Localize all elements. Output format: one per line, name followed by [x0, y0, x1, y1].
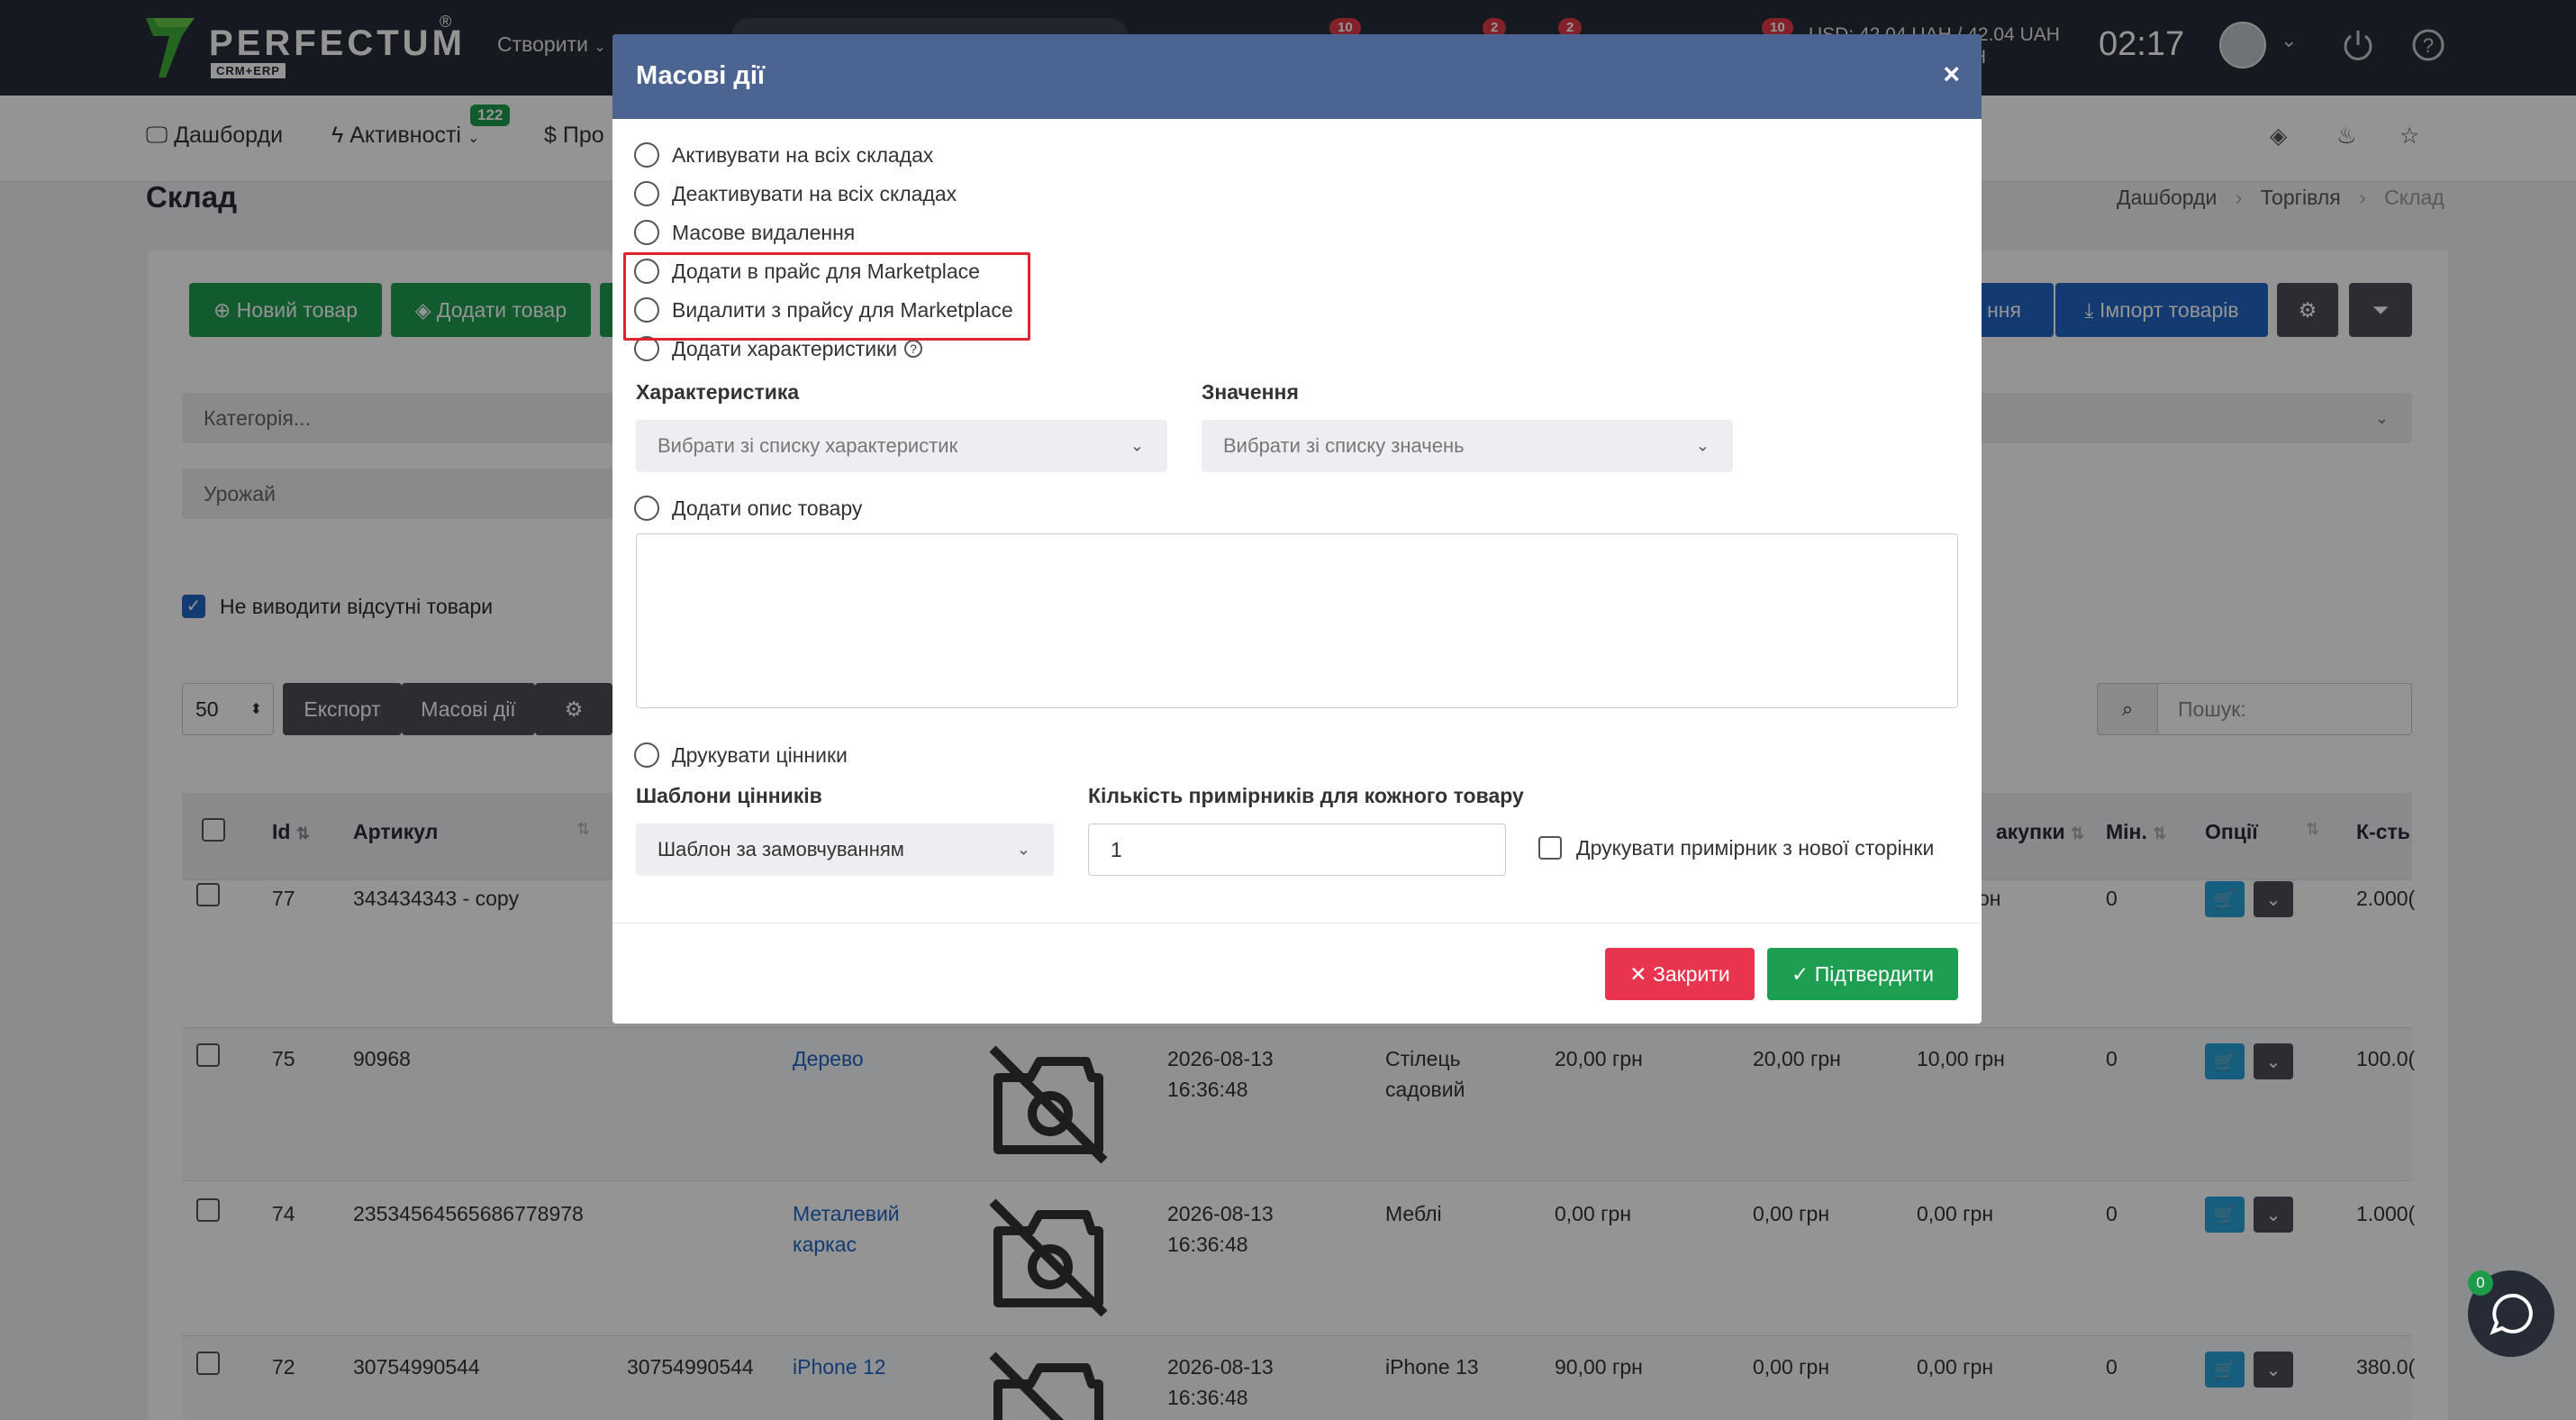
option-add-description[interactable]: Додати опис товару [634, 496, 862, 521]
value-label: Значення [1202, 380, 1299, 404]
copies-value: 1 [1111, 837, 1122, 861]
copies-input[interactable]: 1 [1088, 824, 1506, 876]
option-deactivate-all[interactable]: Деактивувати на всіх складах [634, 181, 957, 206]
option-label: Друкувати цінники [672, 742, 848, 767]
modal-title: Масові дії [636, 61, 766, 90]
highlight-box [623, 252, 1030, 341]
confirm-button-label: Підтвердити [1814, 961, 1934, 986]
close-button-label: Закрити [1652, 961, 1730, 986]
x-icon: ✕ [1629, 961, 1653, 986]
templates-label: Шаблони цінників [636, 784, 822, 807]
characteristic-select[interactable]: Вибрати зі списку характеристик ⌄ [636, 420, 1167, 472]
confirm-button[interactable]: ✓ Підтвердити [1767, 948, 1958, 1000]
help-icon[interactable]: ? [904, 340, 923, 358]
radio-button[interactable] [634, 496, 659, 521]
chat-badge: 0 [2468, 1270, 2493, 1296]
chevron-down-icon: ⌄ [1695, 436, 1710, 455]
characteristic-placeholder: Вибрати зі списку характеристик [658, 434, 958, 457]
radio-button[interactable] [634, 181, 659, 206]
close-icon[interactable]: × [1943, 58, 1960, 91]
template-select[interactable]: Шаблон за замовчуванням ⌄ [636, 824, 1054, 876]
modal-header: Масові дії × [612, 34, 1982, 119]
value-select[interactable]: Вибрати зі списку значень ⌄ [1202, 420, 1733, 472]
copies-label: Кількість примірників для кожного товару [1088, 784, 1524, 807]
radio-button[interactable] [634, 220, 659, 245]
chevron-down-icon: ⌄ [1129, 436, 1144, 455]
mass-actions-modal: Масові дії × Активувати на всіх складах … [612, 34, 1982, 1024]
new-page-label: Друкувати примірник з нової сторінки [1576, 836, 1935, 860]
close-button[interactable]: ✕ Закрити [1605, 948, 1755, 1000]
new-page-checkbox[interactable] [1538, 836, 1562, 860]
value-placeholder: Вибрати зі списку значень [1223, 434, 1465, 457]
modal-footer [612, 923, 1982, 924]
chevron-down-icon: ⌄ [1016, 840, 1030, 859]
radio-button[interactable] [634, 742, 659, 768]
template-value: Шаблон за замовчуванням [658, 838, 904, 860]
check-icon: ✓ [1791, 961, 1815, 986]
option-label: Деактивувати на всіх складах [672, 181, 957, 205]
option-mass-delete[interactable]: Масове видалення [634, 220, 855, 245]
option-label: Додати опис товару [672, 496, 863, 520]
description-textarea[interactable] [636, 533, 1958, 708]
option-label: Активувати на всіх складах [672, 142, 934, 167]
radio-button[interactable] [634, 142, 659, 168]
option-label: Масове видалення [672, 220, 856, 244]
option-print-tags[interactable]: Друкувати цінники [634, 742, 848, 768]
characteristic-label: Характеристика [636, 380, 800, 404]
option-activate-all[interactable]: Активувати на всіх складах [634, 142, 933, 168]
